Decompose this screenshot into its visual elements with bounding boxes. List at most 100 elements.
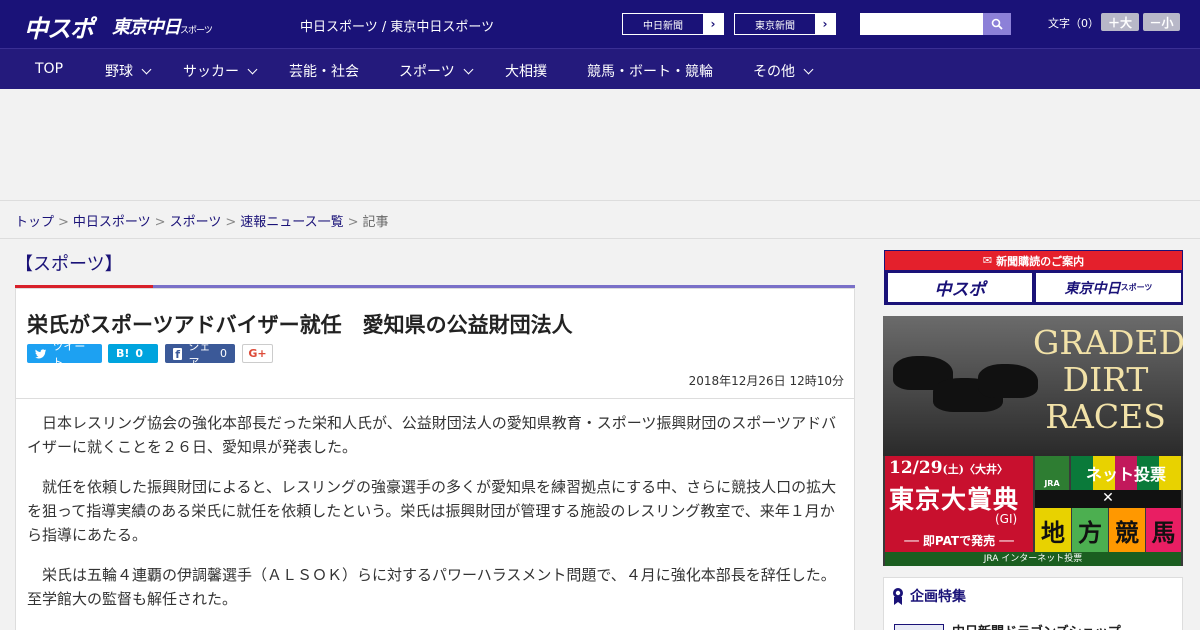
breadcrumb-news-list[interactable]: 速報ニュース一覧 (240, 215, 343, 230)
article-header: 栄氏がスポーツアドバイザー就任 愛知県の公益財団法人 ツイート B! 0 f シ… (16, 289, 854, 399)
jra-logo-icon: JRA (1035, 456, 1069, 490)
chuspo-logo[interactable]: 中スポ (24, 9, 94, 44)
nav-item-baseball[interactable]: 野球 (105, 61, 152, 81)
subscription-banner[interactable]: ✉ 新聞購読のご案内 中スポ 東京中日 スポーツ (884, 250, 1183, 305)
nav-label: TOP (35, 61, 64, 77)
tokyo-daishoten-panel: 12/29(土)〈大井〉 東京大賞典 (GI) ── 即PATで発売 ── (885, 456, 1033, 564)
graded-line: DIRT (1062, 360, 1149, 399)
chiho-char: 馬 (1146, 508, 1181, 552)
tokyo-shimbun-button[interactable]: 東京新聞 › (734, 13, 836, 35)
breadcrumb-separator: > (225, 215, 237, 230)
race-grade: (GI) (995, 512, 1018, 526)
tweet-label: ツイート (52, 339, 86, 369)
tokyo-shimbun-label: 東京新聞 (755, 20, 795, 32)
nav-item-racing[interactable]: 競馬・ボート・競輪 (587, 61, 713, 81)
search-input[interactable] (860, 13, 983, 35)
subscription-title: 新聞購読のご案内 (996, 254, 1085, 268)
chevron-right-icon: › (703, 14, 723, 34)
breadcrumb-separator: > (154, 215, 166, 230)
article-headline: 栄氏がスポーツアドバイザー就任 愛知県の公益財団法人 (27, 313, 573, 337)
chevron-down-icon (463, 64, 474, 74)
breadcrumb-separator: > (58, 215, 69, 230)
horse-silhouette (978, 364, 1038, 398)
hatena-count: 0 (135, 347, 144, 360)
facebook-share-button[interactable]: f シェア 0 (165, 340, 235, 369)
nav-label: サッカー (183, 64, 239, 80)
breadcrumb: トップ > 中日スポーツ > スポーツ > 速報ニュース一覧 > 記事 (0, 201, 1200, 239)
graded-dirt-races-title: GRADED DIRT RACES (1033, 323, 1183, 436)
article-paragraph: 日本レスリング協会の強化本部長だった栄和人氏が、公益財団法人の愛知県教育・スポー… (27, 414, 837, 456)
ad-banner-area (0, 89, 1200, 201)
nav-item-other[interactable]: その他 (753, 61, 814, 81)
feature-specials-header: 企画特集 (892, 586, 966, 606)
twitter-icon (35, 348, 47, 358)
main-nav: TOP 野球 サッカー 芸能・社会 スポーツ 大相撲 競馬・ボート・競輪 その他 (0, 48, 1200, 89)
article-paragraph: 栄氏は五輪４連覇の伊調馨選手（ＡＬＳＯＫ）らに対するパワーハラスメント問題で、４… (27, 566, 836, 608)
nav-item-soccer[interactable]: サッカー (183, 61, 258, 81)
subscribe-tokyo-sub: スポーツ (1120, 283, 1153, 292)
facebook-icon: f (173, 347, 183, 361)
subscribe-tokyo-text: 東京中日 (1064, 280, 1121, 297)
google-plus-button[interactable]: G+ (242, 344, 273, 363)
race-date: 12/29(土)〈大井〉 (889, 458, 1008, 478)
tokyo-logo-sub: スポーツ (180, 26, 213, 36)
net-vote-panel: JRA ネット投票 ✕ 地 方 競 馬 (1035, 456, 1181, 564)
chunichi-shimbun-button[interactable]: 中日新聞 › (622, 13, 724, 35)
search-icon (991, 18, 1003, 30)
font-decrease-button[interactable]: －小 (1143, 13, 1180, 31)
tweet-button[interactable]: ツイート (27, 340, 102, 369)
net-vote-label: ネット投票 (1071, 456, 1181, 490)
article-body: 日本レスリング協会の強化本部長だった栄和人氏が、公益財団法人の愛知県教育・スポー… (27, 411, 843, 627)
race-date-detail: (土)〈大井〉 (942, 463, 1008, 476)
nav-item-sports[interactable]: スポーツ (399, 61, 474, 81)
race-title: 東京大賞典 (889, 485, 1020, 514)
font-size-label: 文字（0） (1048, 17, 1099, 30)
graded-line: GRADED (1033, 323, 1183, 362)
breadcrumb-sports[interactable]: スポーツ (170, 215, 222, 230)
dragons-shop-thumbnail (894, 623, 944, 630)
breadcrumb-current: 記事 (362, 215, 389, 230)
cross-icon: ✕ (1035, 490, 1181, 508)
facebook-share-count: 0 (220, 347, 227, 360)
feature-item-dragons-shop[interactable]: 中日新聞ドラゴンズショップ (894, 621, 1121, 630)
hatena-icon: B! (116, 347, 130, 360)
chiho-char: 方 (1072, 508, 1108, 552)
chevron-down-icon (247, 64, 258, 74)
breadcrumb-top[interactable]: トップ (15, 215, 54, 230)
subscribe-tokyo-link[interactable]: 東京中日 スポーツ (1036, 273, 1181, 302)
chevron-down-icon (141, 64, 152, 74)
ribbon-icon (893, 588, 903, 605)
nav-label: 野球 (105, 64, 133, 80)
nav-item-sumo[interactable]: 大相撲 (505, 61, 547, 81)
chevron-down-icon (803, 64, 814, 74)
article-category: 【スポーツ】 (15, 254, 123, 275)
nav-item-entertainment[interactable]: 芸能・社会 (289, 61, 359, 81)
nav-label: 芸能・社会 (289, 64, 359, 80)
race-advertisement[interactable]: GRADED DIRT RACES 12/29(土)〈大井〉 東京大賞典 (GI… (883, 316, 1183, 566)
article-paragraph: 就任を依頼した振興財団によると、レスリングの強豪選手の多くが愛知県を練習拠点にす… (27, 478, 837, 544)
nav-label: その他 (753, 64, 795, 80)
nav-item-top[interactable]: TOP (35, 61, 63, 77)
jra-internet-vote-footer: JRA インターネット投票 (885, 552, 1181, 566)
chiho-char: 地 (1035, 508, 1071, 552)
graded-line: RACES (1045, 397, 1166, 436)
article: 栄氏がスポーツアドバイザー就任 愛知県の公益財団法人 ツイート B! 0 f シ… (15, 288, 855, 630)
subscribe-chuspo-link[interactable]: 中スポ (888, 273, 1032, 302)
feature-item-label: 中日新聞ドラゴンズショップ (952, 621, 1121, 630)
nav-label: スポーツ (399, 64, 455, 80)
nav-label: 競馬・ボート・競輪 (587, 64, 713, 80)
nav-label: 大相撲 (505, 64, 547, 80)
tokyo-logo-text: 東京中日 (112, 17, 181, 38)
breadcrumb-chunichi-sports[interactable]: 中日スポーツ (73, 215, 151, 230)
search-button[interactable] (983, 13, 1011, 35)
pat-sale-text: ── 即PATで発売 ── (904, 534, 1014, 548)
feature-specials-title: 企画特集 (910, 589, 966, 605)
hatena-bookmark-button[interactable]: B! 0 (108, 344, 158, 363)
article-date: 2018年12月26日 12時10分 (688, 374, 844, 388)
site-header: 中スポ 東京中日スポーツ 中日スポーツ / 東京中日スポーツ 中日新聞 › 東京… (0, 0, 1200, 48)
tokyo-chunichi-logo[interactable]: 東京中日スポーツ (112, 13, 213, 39)
chiho-char: 競 (1109, 508, 1145, 552)
newspaper-icon: ✉ (982, 254, 993, 267)
feature-specials-box: 企画特集 中日新聞ドラゴンズショップ (883, 577, 1183, 630)
font-increase-button[interactable]: ＋大 (1101, 13, 1139, 31)
